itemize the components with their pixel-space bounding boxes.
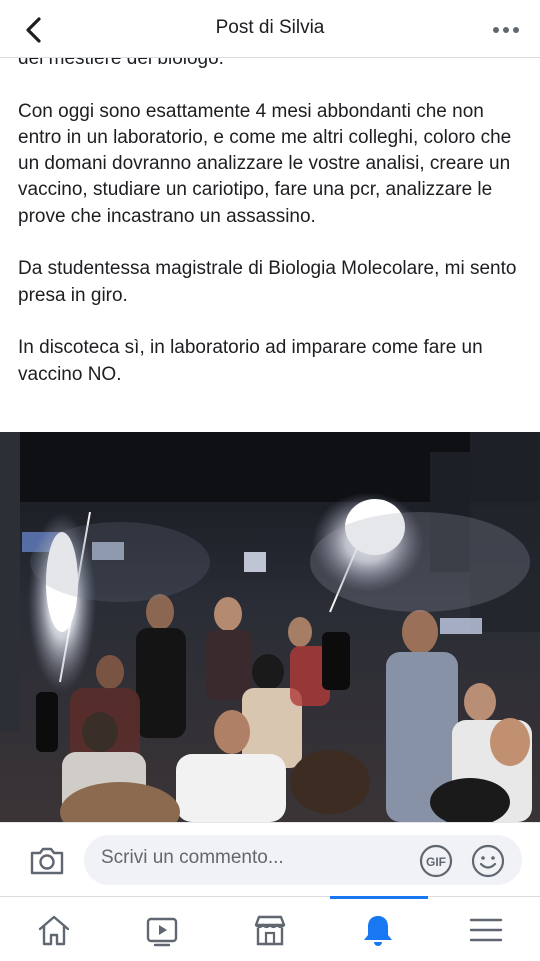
tab-home[interactable] (0, 897, 108, 961)
page-title: Post di Silvia (215, 17, 325, 38)
post-photo[interactable] (0, 432, 540, 822)
more-options-icon[interactable] (492, 24, 520, 36)
tab-menu[interactable] (432, 897, 540, 961)
svg-text:GIF: GIF (426, 855, 446, 869)
bottom-tab-bar (0, 896, 540, 961)
comment-input-placeholder: Scrivi un commento... (101, 847, 284, 868)
tab-notifications[interactable] (324, 897, 432, 961)
marketplace-icon (254, 915, 286, 945)
gif-icon[interactable]: GIF (418, 843, 454, 879)
video-icon (146, 917, 178, 946)
tab-video[interactable] (108, 897, 216, 961)
home-icon (38, 915, 70, 945)
camera-icon[interactable] (28, 841, 66, 879)
header-bar: Post di Silvia (0, 0, 540, 58)
nightclub-photo-image (0, 432, 540, 822)
menu-icon (469, 918, 503, 941)
comment-composer: Scrivi un commento... GIF (0, 822, 540, 896)
tab-marketplace[interactable] (216, 897, 324, 961)
emoji-icon[interactable] (470, 843, 506, 879)
bell-icon (364, 915, 392, 946)
post-body-text: del mestiere del biologo. Con oggi sono … (18, 48, 517, 385)
